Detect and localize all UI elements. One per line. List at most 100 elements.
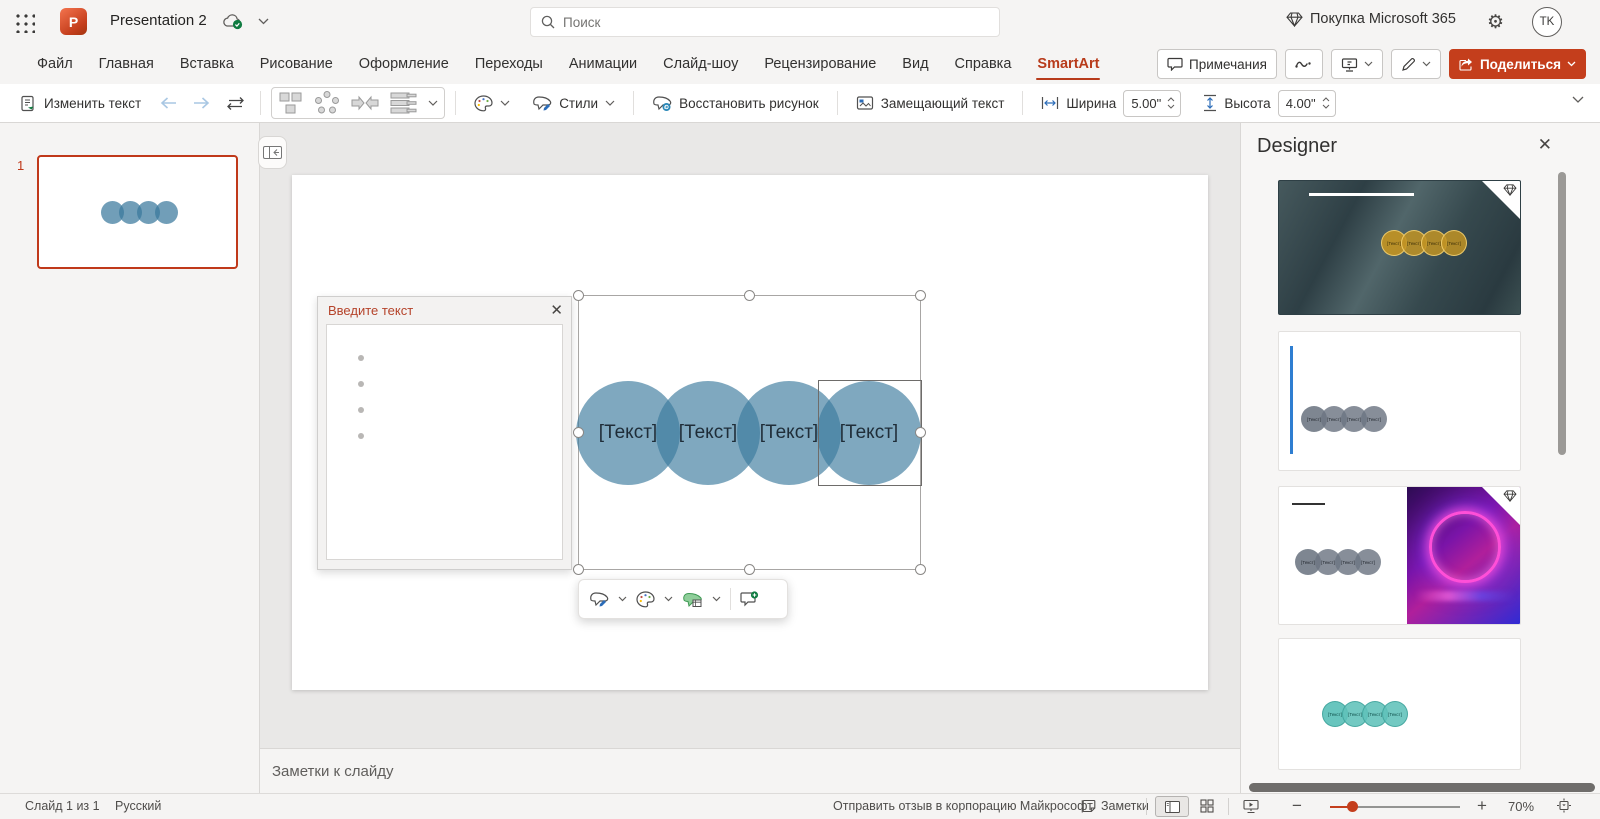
- designer-horizontal-scrollbar[interactable]: [1249, 783, 1595, 792]
- normal-view-button[interactable]: [1155, 796, 1189, 817]
- tab-view[interactable]: Вид: [889, 44, 941, 84]
- search-box[interactable]: [530, 7, 1000, 37]
- styles-chevron-down-icon[interactable]: [605, 100, 615, 106]
- zoom-level[interactable]: 70%: [1508, 799, 1534, 814]
- comments-button[interactable]: Примечания: [1157, 49, 1277, 79]
- fit-slide-icon[interactable]: [1556, 798, 1572, 813]
- layout-opposing-arrows-icon[interactable]: [350, 95, 380, 111]
- layout-gallery-chevron-icon[interactable]: [428, 100, 438, 106]
- notes-toggle[interactable]: Заметки: [1101, 799, 1149, 813]
- alt-text-button[interactable]: Замещающий текст: [848, 88, 1013, 118]
- draw-tools-button[interactable]: [1391, 49, 1441, 79]
- reset-graphic-button[interactable]: Восстановить рисунок: [644, 88, 827, 118]
- shape-style-chevron-icon[interactable]: [618, 596, 627, 602]
- ribbon-divider: [260, 91, 261, 115]
- width-stepper[interactable]: [1167, 97, 1175, 109]
- resize-handle-n[interactable]: [744, 290, 755, 301]
- collapse-slides-panel-button[interactable]: [258, 136, 287, 169]
- ink-replay-button[interactable]: [1285, 49, 1323, 79]
- mini-label: [Текст]: [1407, 241, 1421, 246]
- feedback-link[interactable]: Отправить отзыв в корпорацию Майкрософт: [833, 799, 1093, 813]
- settings-gear-icon[interactable]: ⚙: [1487, 11, 1504, 34]
- tab-slideshow[interactable]: Слайд-шоу: [650, 44, 751, 84]
- layout-list-icon[interactable]: [390, 91, 418, 115]
- bullet-item[interactable]: [358, 407, 364, 413]
- zoom-slider-thumb[interactable]: [1347, 801, 1358, 812]
- tab-help[interactable]: Справка: [942, 44, 1025, 84]
- tab-design[interactable]: Оформление: [346, 44, 462, 84]
- tab-draw[interactable]: Рисование: [247, 44, 346, 84]
- height-stepper[interactable]: [1322, 97, 1330, 109]
- status-bar: Слайд 1 из 1 Русский Отправить отзыв в к…: [0, 793, 1600, 819]
- layout-cycle-icon[interactable]: [314, 90, 340, 116]
- right-to-left-swap-icon[interactable]: [221, 88, 250, 118]
- move-up-arrow-icon[interactable]: [155, 88, 182, 118]
- tab-smartart[interactable]: SmartArt: [1024, 44, 1112, 84]
- text-pane-close-icon[interactable]: ✕: [550, 301, 563, 319]
- search-input[interactable]: [563, 15, 989, 30]
- new-comment-icon[interactable]: [740, 591, 759, 608]
- present-button[interactable]: [1331, 49, 1383, 79]
- mini-label: [Текст]: [1447, 241, 1461, 246]
- resize-handle-se[interactable]: [915, 564, 926, 575]
- tab-transitions[interactable]: Переходы: [462, 44, 556, 84]
- share-button[interactable]: Поделиться: [1449, 49, 1586, 79]
- notes-icon[interactable]: [1082, 799, 1096, 813]
- design-suggestion-1[interactable]: [Текст] [Текст] [Текст] [Текст]: [1278, 180, 1521, 315]
- share-chevron-down-icon[interactable]: [1567, 61, 1576, 67]
- change-colors-button[interactable]: [466, 88, 518, 118]
- shape-style-icon[interactable]: [589, 591, 609, 607]
- designer-vertical-scrollbar[interactable]: [1558, 172, 1566, 455]
- bullet-item[interactable]: [358, 355, 364, 361]
- colors-chevron-down-icon[interactable]: [500, 100, 510, 106]
- text-pane-body[interactable]: [326, 324, 563, 560]
- color-fill-icon[interactable]: [636, 591, 655, 608]
- change-layout-chevron-icon[interactable]: [712, 596, 721, 602]
- title-chevron-down-icon[interactable]: [258, 18, 269, 25]
- buy-microsoft365-button[interactable]: Покупка Microsoft 365: [1286, 11, 1456, 27]
- height-input[interactable]: [1286, 96, 1322, 111]
- color-fill-chevron-icon[interactable]: [664, 596, 673, 602]
- zoom-in-button[interactable]: +: [1477, 796, 1487, 816]
- resize-handle-e[interactable]: [915, 427, 926, 438]
- ribbon-collapse-chevron-icon[interactable]: [1572, 96, 1584, 103]
- tab-home[interactable]: Главная: [86, 44, 167, 84]
- resize-handle-s[interactable]: [744, 564, 755, 575]
- present-chevron-down-icon[interactable]: [1364, 61, 1373, 67]
- grid-view-icon[interactable]: [1200, 799, 1214, 813]
- mini-label: [Текст]: [1321, 560, 1335, 565]
- tab-file[interactable]: Файл: [24, 44, 86, 84]
- cloud-saved-icon[interactable]: [222, 13, 244, 30]
- change-layout-icon[interactable]: [682, 591, 703, 608]
- document-title[interactable]: Presentation 2: [110, 12, 207, 29]
- tab-insert[interactable]: Вставка: [167, 44, 247, 84]
- designer-close-icon[interactable]: ✕: [1538, 135, 1552, 155]
- layout-hierarchy-icon[interactable]: [278, 91, 304, 115]
- width-input[interactable]: [1131, 96, 1167, 111]
- zoom-out-button[interactable]: −: [1292, 796, 1302, 816]
- draw-chevron-down-icon[interactable]: [1422, 61, 1431, 67]
- notes-bar[interactable]: Заметки к слайду: [260, 748, 1240, 793]
- styles-button[interactable]: Стили: [524, 88, 623, 118]
- bullet-item[interactable]: [358, 381, 364, 387]
- slide-thumbnail[interactable]: [37, 155, 238, 269]
- move-down-arrow-icon[interactable]: [188, 88, 215, 118]
- bullet-item[interactable]: [358, 433, 364, 439]
- resize-handle-nw[interactable]: [573, 290, 584, 301]
- language-selector[interactable]: Русский: [115, 799, 161, 813]
- slideshow-view-icon[interactable]: [1243, 799, 1259, 813]
- resize-handle-w[interactable]: [573, 427, 584, 438]
- resize-handle-sw[interactable]: [573, 564, 584, 575]
- design-suggestion-2[interactable]: [Текст] [Текст] [Текст] [Текст]: [1278, 331, 1521, 471]
- resize-handle-ne[interactable]: [915, 290, 926, 301]
- app-launcher-waffle-icon[interactable]: [13, 11, 35, 33]
- edit-text-button[interactable]: Изменить текст: [12, 88, 149, 118]
- text-pane-title: Введите текст: [328, 303, 413, 318]
- design-suggestion-4[interactable]: [Текст] [Текст] [Текст] [Текст]: [1278, 638, 1521, 770]
- tab-animations[interactable]: Анимации: [556, 44, 650, 84]
- avatar-initials: TK: [1540, 16, 1555, 28]
- design-suggestion-3[interactable]: [Текст] [Текст] [Текст] [Текст]: [1278, 486, 1521, 625]
- tab-review[interactable]: Рецензирование: [751, 44, 889, 84]
- powerpoint-logo[interactable]: P: [60, 8, 87, 35]
- avatar[interactable]: TK: [1532, 7, 1562, 37]
